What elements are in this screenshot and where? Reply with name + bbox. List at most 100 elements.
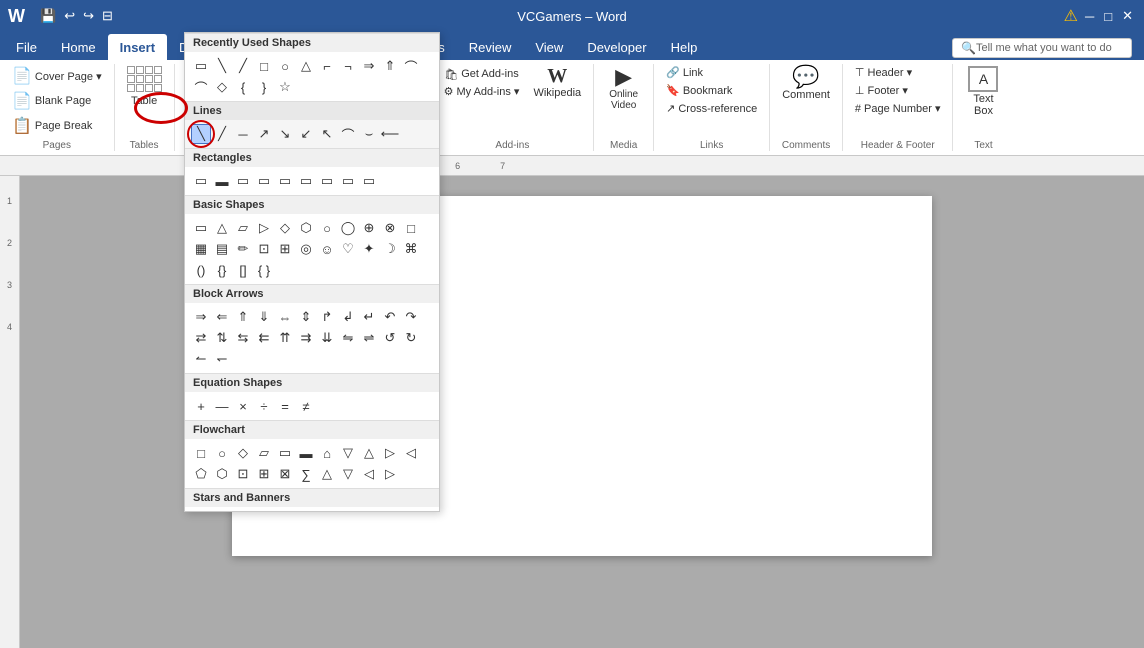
shape-item[interactable]: ⇋ <box>338 328 358 348</box>
shape-item[interactable]: ⌣ <box>359 124 379 144</box>
shape-item[interactable]: ◇ <box>275 218 295 238</box>
shape-item[interactable]: ⌒ <box>338 124 358 144</box>
shape-item[interactable]: ◯ <box>338 218 358 238</box>
shape-item[interactable]: ♡ <box>338 239 358 259</box>
online-video-button[interactable]: ▶ OnlineVideo <box>605 64 642 113</box>
shape-item[interactable]: ⊗ <box>380 218 400 238</box>
header-button[interactable]: ⊤ Header ▾ <box>851 64 916 81</box>
footer-button[interactable]: ⊥ Footer ▾ <box>851 82 912 99</box>
shape-item[interactable]: {} <box>212 260 232 280</box>
blank-page-button[interactable]: 📄Blank Page <box>8 89 95 113</box>
shape-item[interactable]: ▱ <box>254 443 274 463</box>
wikipedia-button[interactable]: W Wikipedia <box>529 64 585 101</box>
get-addins-button[interactable]: 🛍 Get Add-ins <box>440 66 522 83</box>
shape-item[interactable]: ◎ <box>296 239 316 259</box>
shape-item[interactable]: ≠ <box>296 396 316 416</box>
shape-item[interactable]: ⇈ <box>275 328 295 348</box>
shape-item[interactable]: ⇌ <box>359 328 379 348</box>
shape-item[interactable]: ↖ <box>317 124 337 144</box>
shape-item[interactable]: □ <box>254 56 274 76</box>
shape-item[interactable]: — <box>212 396 232 416</box>
shape-item[interactable]: ○ <box>317 218 337 238</box>
shape-item[interactable]: ↱ <box>317 307 337 327</box>
maximize-button[interactable]: □ <box>1101 7 1115 26</box>
undo-button[interactable]: ↩ <box>61 6 78 26</box>
shape-item[interactable]: ⇕ <box>296 307 316 327</box>
shape-item[interactable]: ⌒ <box>191 77 211 97</box>
shape-item-diagonal[interactable]: ╲ <box>191 124 211 144</box>
shape-item[interactable]: ▭ <box>359 171 379 191</box>
shape-item[interactable]: ÷ <box>254 396 274 416</box>
shape-item[interactable]: { } <box>254 260 274 280</box>
shape-item[interactable]: ⇑ <box>233 307 253 327</box>
shape-item[interactable]: ▽ <box>338 443 358 463</box>
shape-item[interactable]: ▭ <box>191 56 211 76</box>
shape-item[interactable]: ↙ <box>296 124 316 144</box>
shape-item[interactable]: ▷ <box>380 443 400 463</box>
shape-item[interactable]: ▭ <box>317 171 337 191</box>
shape-item[interactable]: 🎗 <box>296 511 316 512</box>
shape-item[interactable]: ⬡ <box>296 218 316 238</box>
shape-item[interactable]: ⇉ <box>296 328 316 348</box>
shape-item[interactable]: ◁ <box>359 464 379 484</box>
shape-item[interactable]: ★ <box>191 511 211 512</box>
tab-help[interactable]: Help <box>659 34 710 60</box>
shape-item[interactable]: ⊡ <box>254 239 274 259</box>
close-button[interactable]: ✕ <box>1119 6 1136 26</box>
shape-item[interactable]: ↼ <box>191 349 211 369</box>
page-number-button[interactable]: # Page Number ▾ <box>851 100 945 117</box>
shape-item[interactable]: ▭ <box>191 218 211 238</box>
shape-item[interactable]: [] <box>233 260 253 280</box>
shape-item[interactable]: ⇔ <box>275 307 295 327</box>
shape-item[interactable]: ▱ <box>233 218 253 238</box>
shape-item[interactable]: ⊠ <box>275 464 295 484</box>
shape-item[interactable]: ⊞ <box>275 239 295 259</box>
shape-item[interactable]: ✦ <box>359 239 379 259</box>
shape-item[interactable]: ◁ <box>401 443 421 463</box>
shape-item[interactable]: ─ <box>233 124 253 144</box>
shape-item[interactable]: △ <box>317 464 337 484</box>
shape-item[interactable]: ☽ <box>380 239 400 259</box>
shape-item[interactable]: ○ <box>275 56 295 76</box>
shape-item[interactable]: △ <box>359 443 379 463</box>
tab-home[interactable]: Home <box>49 34 108 60</box>
shape-item[interactable]: ⌘ <box>401 239 421 259</box>
shape-item[interactable]: ◇ <box>212 77 232 97</box>
table-button[interactable]: Table <box>123 64 166 109</box>
shape-item[interactable]: □ <box>191 443 211 463</box>
bookmark-button[interactable]: 🔖 Bookmark <box>662 82 736 99</box>
minimize-button[interactable]: ─ <box>1082 7 1097 26</box>
shape-item[interactable]: ○ <box>212 443 232 463</box>
shape-item[interactable]: ▽ <box>338 464 358 484</box>
tab-review[interactable]: Review <box>457 34 524 60</box>
shape-item[interactable]: ◇ <box>233 443 253 463</box>
shape-item[interactable]: ⇄ <box>191 328 211 348</box>
shape-item[interactable]: ╲ <box>212 56 232 76</box>
shape-item[interactable]: ¬ <box>338 56 358 76</box>
shape-item[interactable]: ▭ <box>275 443 295 463</box>
shape-item[interactable]: } <box>254 77 274 97</box>
shape-item[interactable]: { <box>233 77 253 97</box>
shape-item[interactable]: ↗ <box>254 124 274 144</box>
textbox-button[interactable]: A TextBox <box>964 64 1002 119</box>
customize-qat-button[interactable]: ⊟ <box>99 6 116 26</box>
link-button[interactable]: 🔗 Link <box>662 64 707 81</box>
shape-item[interactable]: ⇇ <box>254 328 274 348</box>
cross-reference-button[interactable]: ↗ Cross-reference <box>662 100 761 117</box>
shape-item[interactable]: ⌒ <box>401 56 421 76</box>
shape-item[interactable]: ↲ <box>338 307 358 327</box>
shape-item[interactable]: ☺ <box>317 239 337 259</box>
shape-item[interactable]: ▭ <box>275 171 295 191</box>
shape-item[interactable]: ⇐ <box>212 307 232 327</box>
tab-view[interactable]: View <box>523 34 575 60</box>
shape-item[interactable]: ▭ <box>233 171 253 191</box>
shape-item[interactable]: ▭ <box>296 171 316 191</box>
shape-item[interactable]: □ <box>401 218 421 238</box>
shape-item[interactable]: ✸ <box>233 511 253 512</box>
shape-item[interactable]: △ <box>212 218 232 238</box>
shape-item[interactable]: ⇒ <box>359 56 379 76</box>
shape-item[interactable]: ✺ <box>254 511 274 512</box>
shape-item[interactable]: + <box>191 396 211 416</box>
shape-item[interactable]: ╱ <box>212 124 232 144</box>
shape-item[interactable]: ↽ <box>212 349 232 369</box>
